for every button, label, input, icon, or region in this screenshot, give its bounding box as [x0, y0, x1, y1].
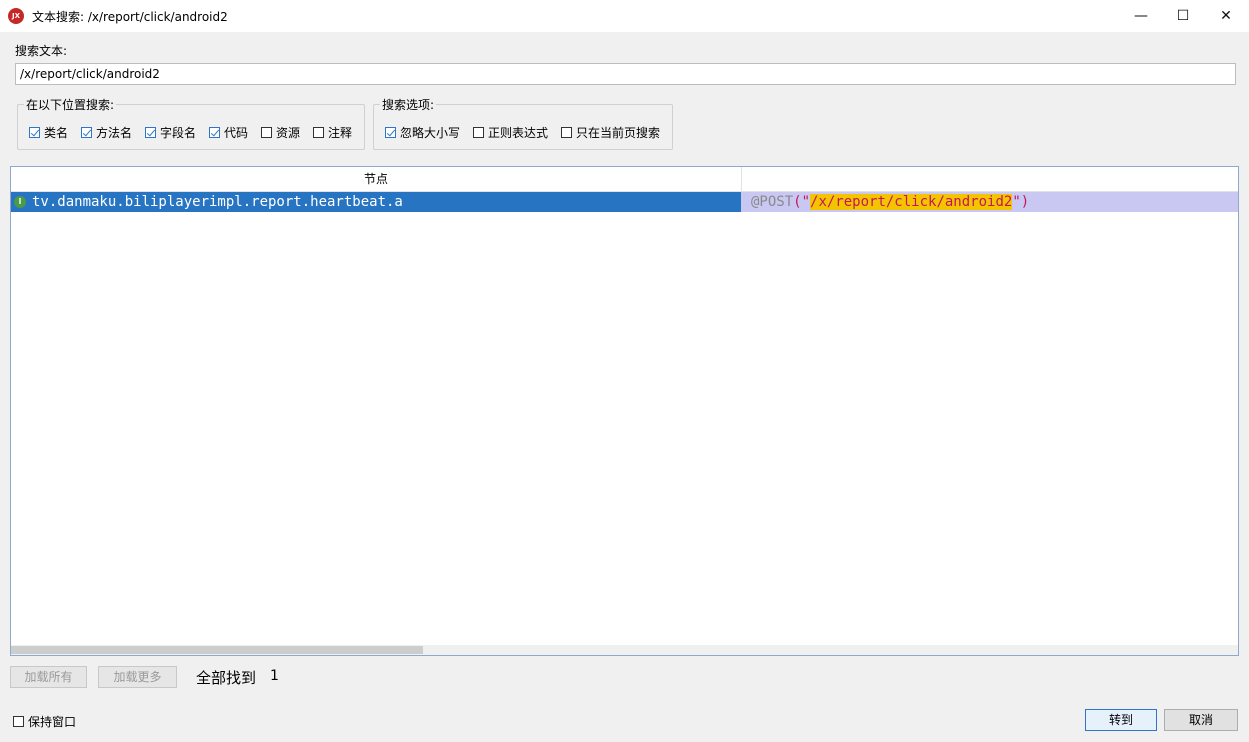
result-code-snippet: @POST("/x/report/click/android2") — [751, 192, 1029, 212]
code-annotation: @POST — [751, 194, 794, 210]
search-input[interactable]: /x/report/click/android2 — [15, 63, 1236, 85]
horizontal-scrollbar[interactable] — [11, 645, 1238, 655]
scrollbar-thumb[interactable] — [11, 646, 423, 654]
checkbox-field-name[interactable]: 字段名 — [145, 124, 196, 141]
table-header: 节点 — [11, 167, 1238, 192]
checkbox-code[interactable]: 代码 — [209, 124, 248, 141]
results-table[interactable]: 节点 I tv.danmaku.biliplayerimpl.report.he… — [10, 166, 1239, 656]
table-row[interactable]: I tv.danmaku.biliplayerimpl.report.heart… — [11, 192, 1238, 212]
checkbox-resource[interactable]: 资源 — [261, 124, 300, 141]
maximize-icon[interactable]: ☐ — [1160, 0, 1206, 32]
load-all-button[interactable]: 加载所有 — [10, 666, 87, 688]
checkbox-current-page[interactable]: 只在当前页搜索 — [561, 124, 660, 141]
code-close: ") — [1012, 194, 1030, 210]
checkbox-icon[interactable] — [13, 716, 24, 727]
found-count: 1 — [270, 668, 279, 684]
checkbox-class-name[interactable]: 类名 — [29, 124, 68, 141]
checkbox-icon[interactable] — [145, 127, 156, 138]
goto-button[interactable]: 转到 — [1085, 709, 1157, 731]
checkbox-icon[interactable] — [261, 127, 272, 138]
checkbox-method-name[interactable]: 方法名 — [81, 124, 132, 141]
checkbox-icon[interactable] — [385, 127, 396, 138]
checkbox-regex[interactable]: 正则表达式 — [473, 124, 548, 141]
search-in-title: 在以下位置搜索: — [24, 96, 117, 113]
search-in-group: 在以下位置搜索: 类名 方法名 字段名 代码 资源 注释 — [17, 96, 365, 150]
checkbox-icon[interactable] — [561, 127, 572, 138]
found-label: 全部找到 — [196, 669, 257, 687]
checkbox-icon[interactable] — [473, 127, 484, 138]
checkbox-icon[interactable] — [209, 127, 220, 138]
class-icon: I — [14, 196, 26, 208]
checkbox-icon[interactable] — [29, 127, 40, 138]
checkbox-ignore-case[interactable]: 忽略大小写 — [385, 124, 460, 141]
jadx-icon: JX — [8, 8, 24, 24]
checkbox-icon[interactable] — [81, 127, 92, 138]
cancel-button[interactable]: 取消 — [1164, 709, 1238, 731]
result-node-name: tv.danmaku.biliplayerimpl.report.heartbe… — [32, 194, 403, 210]
close-icon[interactable]: ✕ — [1203, 0, 1249, 32]
result-code-cell[interactable]: @POST("/x/report/click/android2") — [741, 192, 1238, 212]
load-more-button[interactable]: 加载更多 — [98, 666, 177, 688]
search-options-group: 搜索选项: 忽略大小写 正则表达式 只在当前页搜索 — [373, 96, 673, 150]
code-open: (" — [793, 194, 811, 210]
search-options-title: 搜索选项: — [380, 96, 437, 113]
minimize-icon[interactable]: — — [1118, 0, 1164, 32]
title-bar: JX 文本搜索: /x/report/click/android2 — ☐ ✕ — [0, 0, 1249, 32]
keep-window-checkbox[interactable]: 保持窗口 — [13, 713, 76, 730]
checkbox-icon[interactable] — [313, 127, 324, 138]
search-text-label: 搜索文本: — [15, 44, 68, 58]
code-match-highlight: /x/report/click/android2 — [810, 194, 1013, 210]
result-node-cell[interactable]: I tv.danmaku.biliplayerimpl.report.heart… — [11, 192, 741, 212]
column-header-node[interactable]: 节点 — [11, 167, 742, 191]
window-title: 文本搜索: /x/report/click/android2 — [32, 10, 228, 24]
checkbox-comment[interactable]: 注释 — [313, 124, 352, 141]
